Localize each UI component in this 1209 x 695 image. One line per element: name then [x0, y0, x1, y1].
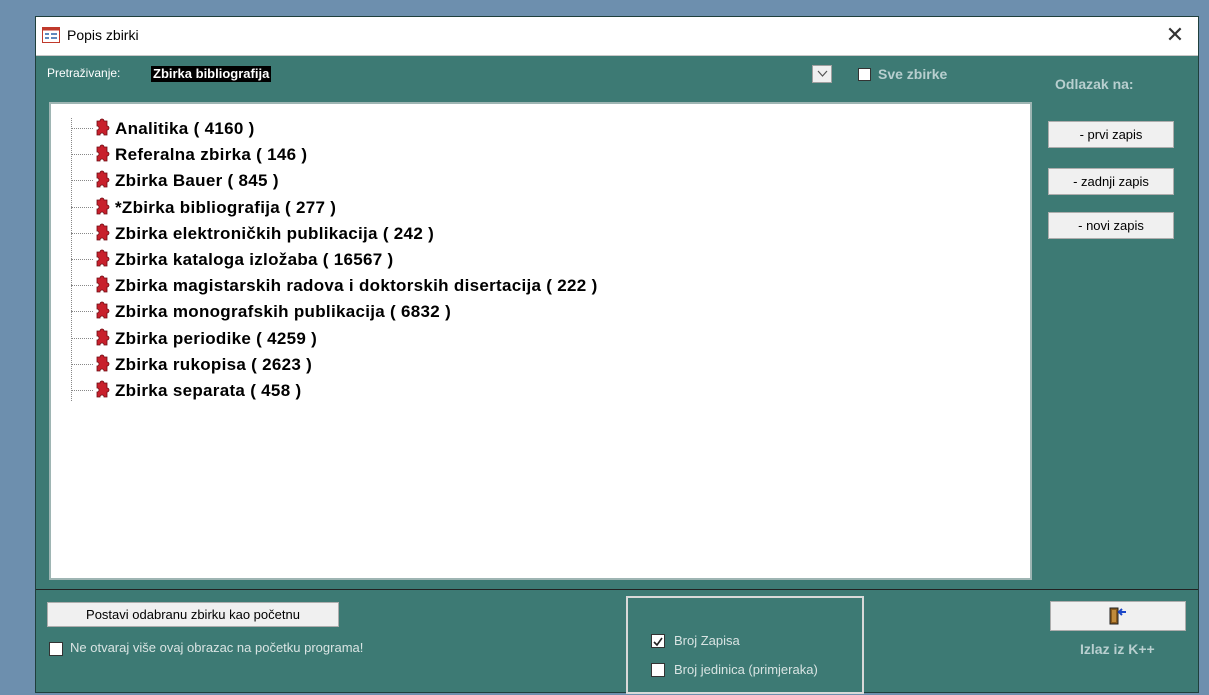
- tree-connector: [71, 259, 93, 260]
- puzzle-icon: [93, 275, 111, 300]
- tree-connector: [71, 337, 93, 339]
- goto-label: Odlazak na:: [1055, 76, 1134, 92]
- puzzle-icon: [93, 144, 111, 169]
- no-open-checkbox[interactable]: [49, 642, 63, 656]
- tree-connector: [71, 363, 93, 365]
- tree-connector: [71, 180, 93, 182]
- chevron-down-icon[interactable]: [812, 65, 832, 83]
- count-records-label: Broj Zapisa: [674, 633, 740, 648]
- tree-item-label: Analitika ( 4160 ): [115, 119, 255, 138]
- tree-connector: [71, 154, 93, 156]
- close-icon[interactable]: ✕: [1160, 21, 1190, 49]
- tree-connector: [71, 128, 93, 129]
- tree-connector: [71, 285, 93, 287]
- no-open-label: Ne otvaraj više ovaj obrazac na početku …: [70, 640, 364, 655]
- tree-item-label: Zbirka elektroničkih publikacija ( 242 ): [115, 223, 435, 243]
- last-record-button[interactable]: - zadnji zapis: [1048, 168, 1174, 195]
- exit-label: Izlaz iz K++: [1080, 641, 1155, 657]
- all-collections-checkbox[interactable]: [858, 68, 871, 81]
- first-record-button[interactable]: - prvi zapis: [1048, 121, 1174, 148]
- footer-divider: [36, 589, 1198, 590]
- tree-item-label: Zbirka rukopisa ( 2623 ): [115, 354, 313, 374]
- new-record-button[interactable]: - novi zapis: [1048, 212, 1174, 239]
- count-options-frame: Broj Zapisa Broj jedinica (primjeraka): [626, 596, 864, 694]
- tree-item-label: Zbirka Bauer ( 845 ): [115, 171, 279, 191]
- puzzle-icon: [93, 118, 111, 143]
- search-label: Pretraživanje:: [47, 66, 121, 80]
- puzzle-icon: [93, 223, 111, 248]
- tree-connector: [71, 232, 93, 234]
- count-units-checkbox[interactable]: [651, 663, 665, 677]
- exit-button[interactable]: [1050, 601, 1186, 631]
- puzzle-icon: [93, 197, 111, 222]
- count-records-checkbox[interactable]: [651, 634, 665, 648]
- all-collections-label: Sve zbirke: [878, 66, 948, 82]
- tree-connector: [71, 206, 93, 208]
- exit-door-icon: [1109, 607, 1126, 625]
- tree-item-label: Zbirka magistarskih radova i doktorskih …: [115, 276, 598, 296]
- collections-window: Popis zbirki ✕ Pretraživanje: Zbirka bib…: [35, 16, 1199, 694]
- tree-item-label: *Zbirka bibliografija ( 277 ): [115, 197, 337, 217]
- search-input[interactable]: Zbirka bibliografija: [151, 66, 272, 82]
- tree-item-label: Zbirka kataloga izložaba ( 16567 ): [115, 250, 394, 269]
- puzzle-icon: [93, 249, 111, 274]
- count-units-label: Broj jedinica (primjeraka): [674, 662, 818, 677]
- tree-connector: [71, 311, 93, 313]
- checkmark-icon: [653, 637, 663, 647]
- tree-connector: [71, 390, 93, 391]
- title-bar: Popis zbirki ✕: [36, 17, 1198, 56]
- tree-item-label: Zbirka separata ( 458 ): [115, 381, 302, 400]
- tree-item-label: Zbirka monografskih publikacija ( 6832 ): [115, 302, 452, 322]
- tree-item-label: Referalna zbirka ( 146 ): [115, 145, 308, 165]
- puzzle-icon: [93, 354, 111, 379]
- form-icon: [42, 27, 60, 48]
- search-combobox[interactable]: Zbirka bibliografija: [151, 64, 832, 85]
- puzzle-icon: [93, 301, 111, 326]
- puzzle-icon: [93, 170, 111, 195]
- puzzle-icon: [93, 380, 111, 405]
- set-start-collection-button[interactable]: Postavi odabranu zbirku kao početnu: [47, 602, 339, 627]
- collections-tree[interactable]: Analitika ( 4160 ) Referalna zbirka ( 146…: [49, 102, 1032, 580]
- window-title: Popis zbirki: [67, 27, 139, 43]
- tree-item-label: Zbirka periodike ( 4259 ): [115, 328, 318, 348]
- puzzle-icon: [93, 328, 111, 353]
